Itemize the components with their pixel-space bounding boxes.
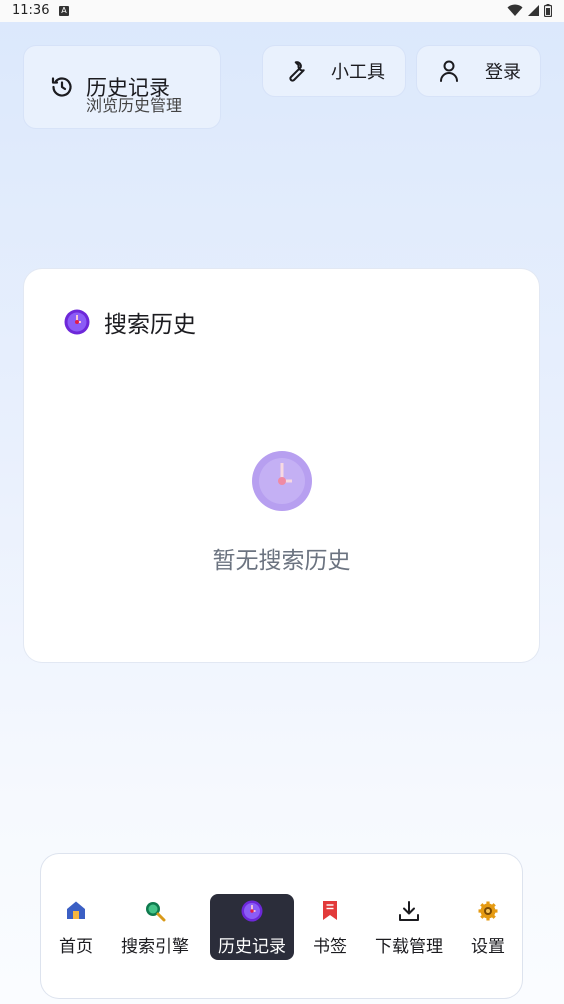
gear-icon: [478, 901, 498, 921]
nav-label: 书签: [313, 937, 347, 957]
tools-button[interactable]: 小工具: [263, 46, 405, 96]
user-icon: [440, 60, 458, 82]
search-history-panel: 搜索历史 暂无搜索历史: [24, 269, 539, 662]
history-icon: [51, 77, 72, 97]
status-bar: 11:36 A: [0, 0, 564, 22]
nav-label: 下载管理: [375, 937, 443, 957]
wrench-icon: [289, 61, 305, 82]
nav-item-downloads[interactable]: 下载管理: [371, 894, 447, 960]
nav-label: 历史记录: [218, 937, 286, 957]
signal-icon: [528, 5, 539, 16]
panel-title: 搜索历史: [104, 312, 196, 338]
battery-icon: [544, 4, 552, 17]
nav-item-settings[interactable]: 设置: [468, 894, 508, 960]
clock-icon: [241, 900, 263, 922]
history-card[interactable]: 历史记录 浏览历史管理: [24, 46, 220, 128]
nav-item-home[interactable]: 首页: [53, 894, 99, 960]
status-time: 11:36: [12, 3, 50, 18]
status-icons: [507, 4, 552, 17]
search-icon: [146, 902, 166, 922]
bookmark-icon: [323, 901, 337, 920]
nav-item-history[interactable]: 历史记录: [210, 894, 294, 960]
notification-icon: A: [59, 6, 69, 16]
nav-label: 首页: [59, 937, 93, 957]
home-icon: [67, 901, 85, 919]
bottom-navigation: 首页 搜索引擎 历史记录 书签 下载管理 设置: [41, 854, 522, 998]
login-label: 登录: [485, 62, 521, 83]
empty-state-text: 暂无搜索历史: [212, 548, 351, 574]
tools-label: 小工具: [331, 62, 385, 83]
nav-label: 搜索引擎: [121, 937, 189, 957]
history-card-subtitle: 浏览历史管理: [86, 96, 183, 115]
download-icon: [399, 901, 419, 921]
nav-item-bookmarks[interactable]: 书签: [310, 894, 350, 960]
clock-icon: [64, 309, 90, 335]
empty-clock-icon: [252, 451, 312, 511]
nav-item-search-engine[interactable]: 搜索引擎: [117, 894, 193, 960]
nav-label: 设置: [471, 937, 505, 957]
wifi-icon: [507, 4, 523, 16]
login-button[interactable]: 登录: [417, 46, 540, 96]
